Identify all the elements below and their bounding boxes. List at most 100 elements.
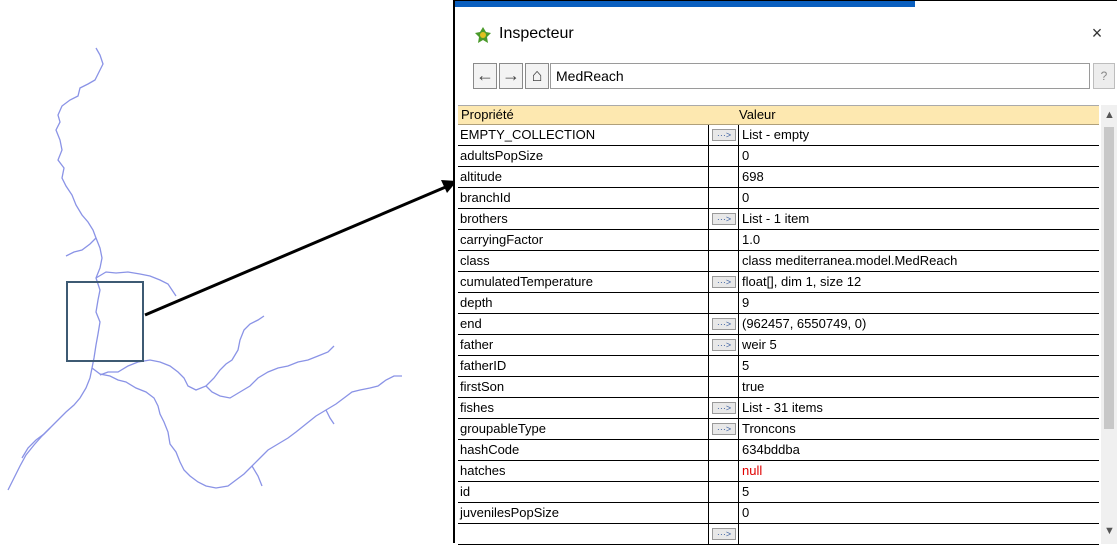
table-row[interactable]: father ···> weir 5	[458, 335, 1099, 356]
property-value: float[], dim 1, size 12	[742, 274, 862, 289]
path-field[interactable]: MedReach	[550, 63, 1090, 89]
expand-button[interactable]: ···>	[712, 402, 736, 414]
property-value: 0	[742, 505, 750, 520]
expand-cell	[709, 461, 739, 481]
property-value: 0	[742, 148, 750, 163]
expand-button[interactable]: ···>	[712, 339, 736, 351]
table-row[interactable]: ···>	[458, 524, 1099, 545]
property-value: weir 5	[742, 337, 777, 352]
help-button[interactable]: ?	[1093, 63, 1115, 89]
expand-cell: ···>	[709, 524, 739, 544]
expand-cell	[709, 440, 739, 460]
property-value: List - 31 items	[742, 400, 823, 415]
property-name: fatherID	[458, 356, 709, 376]
back-arrow-icon: ←	[476, 65, 494, 85]
expand-button[interactable]: ···>	[712, 129, 736, 141]
expand-button[interactable]: ···>	[712, 213, 736, 225]
property-value: 1.0	[742, 232, 761, 247]
expand-cell	[709, 356, 739, 376]
property-value: 634bddba	[742, 442, 800, 457]
table-row[interactable]: branchId 0	[458, 188, 1099, 209]
property-name: juvenilesPopSize	[458, 503, 709, 523]
help-icon: ?	[1100, 69, 1108, 83]
expand-cell	[709, 146, 739, 166]
property-name: branchId	[458, 188, 709, 208]
window-top-accent	[455, 1, 915, 7]
property-name: end	[458, 314, 709, 334]
forward-button[interactable]: →	[499, 63, 523, 89]
expand-cell: ···>	[709, 335, 739, 355]
table-row[interactable]: id 5	[458, 482, 1099, 503]
property-value: null	[742, 463, 763, 478]
column-header-property[interactable]: Propriété	[458, 106, 709, 124]
river-lines	[7, 47, 402, 491]
scrollbar-thumb[interactable]	[1104, 127, 1114, 429]
expand-cell	[709, 167, 739, 187]
property-name: firstSon	[458, 377, 709, 397]
table-row[interactable]: adultsPopSize 0	[458, 146, 1099, 167]
property-value: List - 1 item	[742, 211, 810, 226]
property-value: 5	[742, 358, 750, 373]
inspector-window: Inspecteur × ← → ⌂ MedReach ? Propriété …	[453, 0, 1117, 545]
expand-cell: ···>	[709, 272, 739, 292]
property-name: father	[458, 335, 709, 355]
table-header: Propriété Valeur	[458, 106, 1099, 125]
property-name: altitude	[458, 167, 709, 187]
expand-button[interactable]: ···>	[712, 276, 736, 288]
property-value: 0	[742, 190, 750, 205]
inspector-icon	[475, 27, 491, 43]
table-row[interactable]: fishes ···> List - 31 items	[458, 398, 1099, 419]
expand-cell: ···>	[709, 125, 739, 145]
expand-cell	[709, 293, 739, 313]
table-row[interactable]: depth 9	[458, 293, 1099, 314]
property-value: true	[742, 379, 765, 394]
property-name: fishes	[458, 398, 709, 418]
table-row[interactable]: EMPTY_COLLECTION ···> List - empty	[458, 125, 1099, 146]
property-value: (962457, 6550749, 0)	[742, 316, 867, 331]
expand-cell	[709, 230, 739, 250]
scroll-down-icon[interactable]: ▼	[1104, 525, 1115, 537]
table-row[interactable]: carryingFactor 1.0	[458, 230, 1099, 251]
table-row[interactable]: class class mediterranea.model.MedReach	[458, 251, 1099, 272]
property-table: Propriété Valeur EMPTY_COLLECTION ···> Lis…	[458, 105, 1099, 545]
expand-cell: ···>	[709, 209, 739, 229]
property-name: adultsPopSize	[458, 146, 709, 166]
back-button[interactable]: ←	[473, 63, 497, 89]
property-value: List - empty	[742, 127, 810, 142]
expand-cell	[709, 503, 739, 523]
property-name: depth	[458, 293, 709, 313]
property-name	[458, 524, 709, 544]
table-rows: EMPTY_COLLECTION ···> List - empty adultsPo…	[458, 125, 1099, 545]
table-row[interactable]: altitude 698	[458, 167, 1099, 188]
expand-cell: ···>	[709, 314, 739, 334]
expand-button[interactable]: ···>	[712, 423, 736, 435]
table-row[interactable]: firstSon true	[458, 377, 1099, 398]
home-icon: ⌂	[531, 65, 543, 85]
table-row[interactable]: fatherID 5	[458, 356, 1099, 377]
vertical-scrollbar[interactable]: ▲ ▼	[1101, 105, 1117, 544]
expand-button[interactable]: ···>	[712, 318, 736, 330]
table-row[interactable]: juvenilesPopSize 0	[458, 503, 1099, 524]
table-row[interactable]: end ···> (962457, 6550749, 0)	[458, 314, 1099, 335]
property-value	[739, 524, 1099, 544]
expand-cell	[709, 251, 739, 271]
property-value: class mediterranea.model.MedReach	[742, 253, 958, 268]
table-row[interactable]: hatches null	[458, 461, 1099, 482]
property-name: EMPTY_COLLECTION	[458, 125, 709, 145]
scroll-up-icon[interactable]: ▲	[1104, 109, 1115, 121]
expand-button[interactable]: ···>	[712, 528, 736, 540]
table-row[interactable]: hashCode 634bddba	[458, 440, 1099, 461]
table-row[interactable]: cumulatedTemperature ···> float[], dim 1, …	[458, 272, 1099, 293]
window-title: Inspecteur	[499, 25, 574, 42]
home-button[interactable]: ⌂	[525, 63, 549, 89]
property-name: hashCode	[458, 440, 709, 460]
property-name: class	[458, 251, 709, 271]
expand-cell	[709, 188, 739, 208]
table-row[interactable]: brothers ···> List - 1 item	[458, 209, 1099, 230]
column-header-value[interactable]: Valeur	[709, 106, 1099, 124]
property-value: 5	[742, 484, 750, 499]
close-button[interactable]: ×	[1085, 21, 1109, 45]
forward-arrow-icon: →	[502, 65, 520, 85]
property-value: Troncons	[742, 421, 796, 436]
table-row[interactable]: groupableType ···> Troncons	[458, 419, 1099, 440]
